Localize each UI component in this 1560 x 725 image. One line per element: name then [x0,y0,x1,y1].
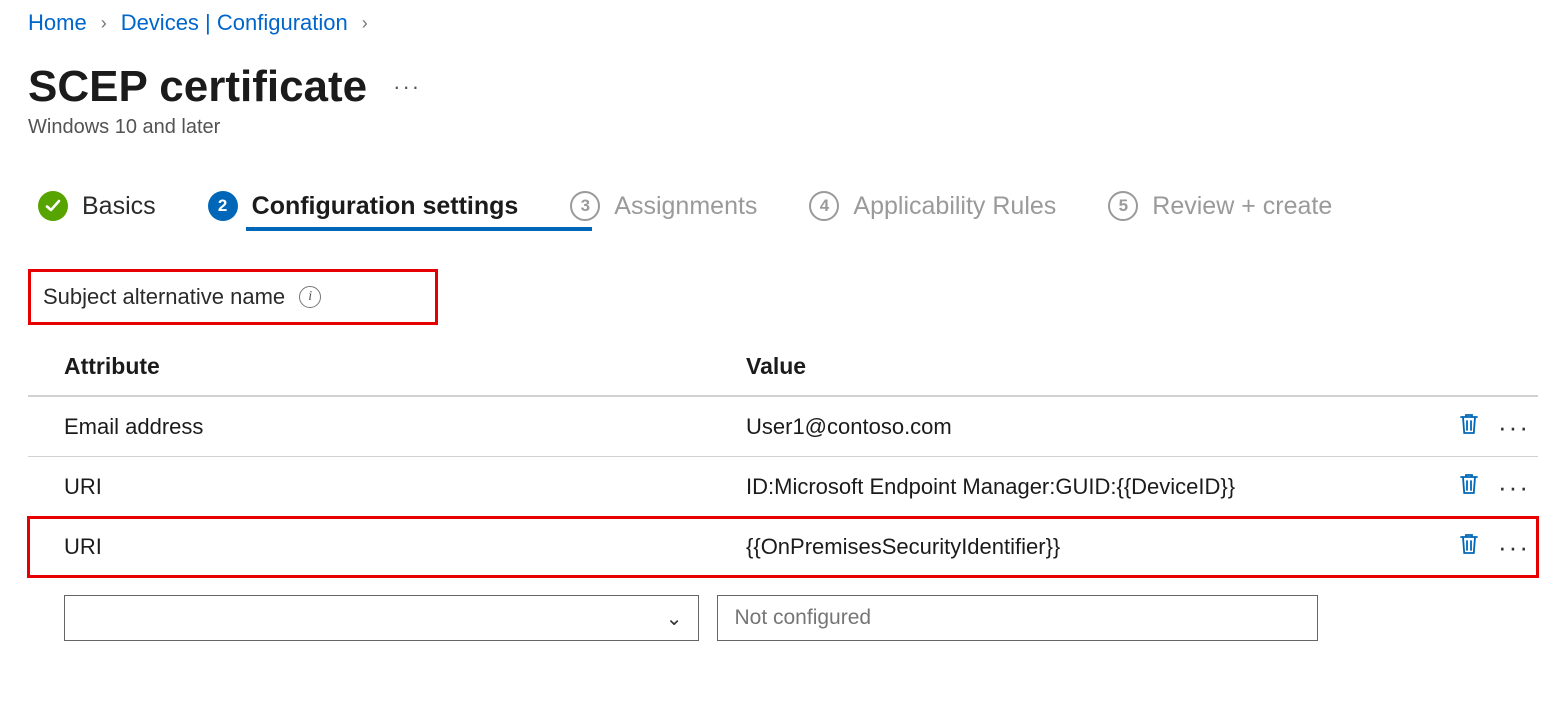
step-number-icon: 5 [1108,191,1138,221]
step-applicability-rules[interactable]: 4 Applicability Rules [809,191,1056,221]
value-input-placeholder: Not configured [734,606,871,630]
table-header: Attribute Value [28,337,1538,397]
chevron-right-icon: › [362,13,368,34]
breadcrumb-devices-configuration[interactable]: Devices | Configuration [121,10,348,36]
step-label: Applicability Rules [853,192,1056,221]
wizard-active-underline [246,227,592,231]
check-icon [38,191,68,221]
step-number-icon: 3 [570,191,600,221]
table-row: URI ID:Microsoft Endpoint Manager:GUID:{… [28,457,1538,517]
value-input[interactable]: Not configured [717,595,1318,641]
cell-value: ID:Microsoft Endpoint Manager:GUID:{{Dev… [728,474,1428,500]
step-configuration-settings[interactable]: 2 Configuration settings [208,191,519,221]
cell-attribute: URI [28,534,728,560]
page-subtitle: Windows 10 and later [28,116,1532,139]
trash-icon[interactable] [1458,412,1480,442]
info-icon[interactable]: i [299,286,321,308]
step-number-icon: 2 [208,191,238,221]
breadcrumb: Home › Devices | Configuration › [28,10,1532,36]
trash-icon[interactable] [1458,472,1480,502]
step-label: Review + create [1152,192,1332,221]
chevron-right-icon: › [101,13,107,34]
page-title: SCEP certificate [28,64,367,110]
san-table: Attribute Value Email address User1@cont… [28,337,1538,641]
step-number-icon: 4 [809,191,839,221]
table-row: URI {{OnPremisesSecurityIdentifier}} ··· [28,517,1538,577]
page-more-button[interactable]: ··· [393,74,421,100]
chevron-down-icon: ⌄ [666,606,683,631]
step-label: Assignments [614,192,757,221]
cell-attribute: Email address [28,414,728,440]
step-assignments[interactable]: 3 Assignments [570,191,757,221]
wizard-steps: Basics 2 Configuration settings 3 Assign… [38,191,1532,229]
step-label: Configuration settings [252,192,519,221]
breadcrumb-home[interactable]: Home [28,10,87,36]
col-header-attribute: Attribute [28,353,728,380]
step-review-create[interactable]: 5 Review + create [1108,191,1332,221]
step-basics[interactable]: Basics [38,191,156,221]
section-title: Subject alternative name [43,284,285,310]
section-subject-alternative-name: Subject alternative name i [28,269,438,325]
trash-icon[interactable] [1458,532,1480,562]
attribute-select[interactable]: ⌄ [64,595,699,641]
cell-value: User1@contoso.com [728,414,1428,440]
cell-value: {{OnPremisesSecurityIdentifier}} [728,534,1428,560]
cell-attribute: URI [28,474,728,500]
table-row: Email address User1@contoso.com ··· [28,397,1538,457]
table-new-row: ⌄ Not configured [28,595,1538,641]
col-header-value: Value [728,353,1428,380]
step-label: Basics [82,192,156,221]
